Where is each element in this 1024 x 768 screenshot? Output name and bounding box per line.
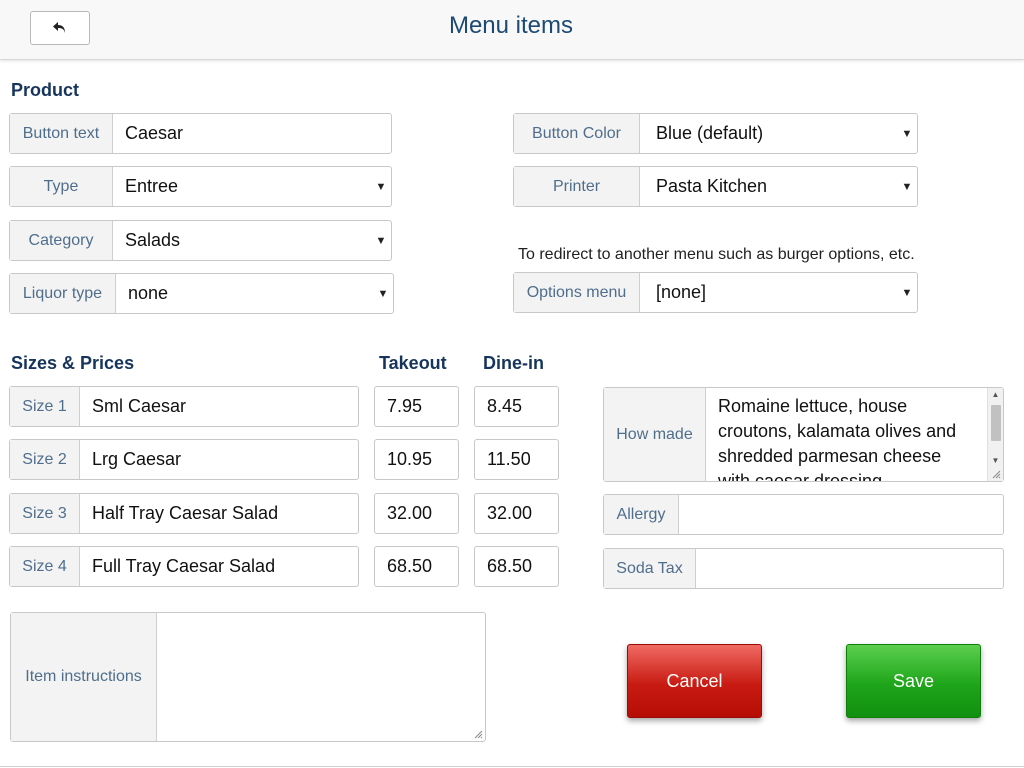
- type-value[interactable]: Entree: [113, 167, 371, 206]
- resize-grip-icon[interactable]: [473, 729, 483, 739]
- how-made-scrollbar[interactable]: ▲ ▼: [987, 388, 1003, 481]
- size-1-field[interactable]: Size 1 Sml Caesar: [9, 386, 359, 427]
- button-color-label: Button Color: [514, 114, 640, 153]
- size-3-name[interactable]: Half Tray Caesar Salad: [80, 494, 358, 533]
- footer-divider: [0, 766, 1024, 767]
- how-made-label: How made: [604, 388, 706, 481]
- scroll-down-icon[interactable]: ▼: [988, 456, 1003, 465]
- dinein-header: Dine-in: [483, 353, 544, 373]
- size-1-takeout-price[interactable]: 7.95: [374, 386, 459, 427]
- size-2-takeout-price[interactable]: 10.95: [374, 439, 459, 480]
- scroll-up-icon[interactable]: ▲: [988, 390, 1003, 399]
- how-made-textarea[interactable]: Romaine lettuce, house croutons, kalamat…: [706, 388, 987, 481]
- liquor-type-select[interactable]: Liquor type none ▼: [9, 273, 394, 314]
- size-4-name[interactable]: Full Tray Caesar Salad: [80, 547, 358, 586]
- printer-select[interactable]: Printer Pasta Kitchen ▼: [513, 166, 918, 207]
- save-button[interactable]: Save: [846, 644, 981, 718]
- item-instructions-field[interactable]: Item instructions: [10, 612, 486, 742]
- size-1-label: Size 1: [10, 387, 80, 426]
- allergy-field[interactable]: Allergy: [603, 494, 1004, 535]
- category-value[interactable]: Salads: [113, 221, 371, 260]
- size-3-takeout-price[interactable]: 32.00: [374, 493, 459, 534]
- type-label: Type: [10, 167, 113, 206]
- printer-label: Printer: [514, 167, 640, 206]
- button-color-select[interactable]: Button Color Blue (default) ▼: [513, 113, 918, 154]
- dropdown-arrow-icon[interactable]: ▼: [373, 274, 393, 313]
- page-title: Menu items: [448, 12, 574, 39]
- takeout-header: Takeout: [379, 353, 447, 373]
- options-note: To redirect to another menu such as burg…: [518, 246, 915, 263]
- button-text-field[interactable]: Button text Caesar: [9, 113, 392, 154]
- soda-tax-field[interactable]: Soda Tax: [603, 548, 1004, 589]
- allergy-label: Allergy: [604, 495, 679, 534]
- size-2-dinein-price[interactable]: 11.50: [474, 439, 559, 480]
- button-text-value[interactable]: Caesar: [113, 114, 391, 153]
- options-menu-label: Options menu: [514, 273, 640, 312]
- dropdown-arrow-icon[interactable]: ▼: [897, 273, 917, 312]
- item-instructions-label: Item instructions: [11, 613, 157, 741]
- button-text-label: Button text: [10, 114, 113, 153]
- item-instructions-textarea[interactable]: [157, 613, 485, 741]
- soda-tax-value[interactable]: [696, 549, 1003, 588]
- size-1-name[interactable]: Sml Caesar: [80, 387, 358, 426]
- cancel-button[interactable]: Cancel: [627, 644, 762, 718]
- resize-grip-icon[interactable]: [991, 469, 1001, 479]
- sizes-section-title: Sizes & Prices: [11, 353, 135, 373]
- category-label: Category: [10, 221, 113, 260]
- dropdown-arrow-icon[interactable]: ▼: [897, 167, 917, 206]
- how-made-field[interactable]: How made Romaine lettuce, house croutons…: [603, 387, 1004, 482]
- product-section-title: Product: [11, 80, 80, 100]
- printer-value[interactable]: Pasta Kitchen: [640, 167, 897, 206]
- size-4-dinein-price[interactable]: 68.50: [474, 546, 559, 587]
- size-2-label: Size 2: [10, 440, 80, 479]
- size-4-takeout-price[interactable]: 68.50: [374, 546, 459, 587]
- dropdown-arrow-icon[interactable]: ▼: [371, 221, 391, 260]
- size-1-dinein-price[interactable]: 8.45: [474, 386, 559, 427]
- soda-tax-label: Soda Tax: [604, 549, 696, 588]
- size-3-field[interactable]: Size 3 Half Tray Caesar Salad: [9, 493, 359, 534]
- options-menu-select[interactable]: Options menu [none] ▼: [513, 272, 918, 313]
- liquor-type-value[interactable]: none: [116, 274, 373, 313]
- size-4-field[interactable]: Size 4 Full Tray Caesar Salad: [9, 546, 359, 587]
- type-select[interactable]: Type Entree ▼: [9, 166, 392, 207]
- top-bar: Menu items: [0, 0, 1024, 60]
- dropdown-arrow-icon[interactable]: ▼: [897, 114, 917, 153]
- scroll-thumb[interactable]: [991, 405, 1001, 441]
- size-3-label: Size 3: [10, 494, 80, 533]
- size-3-dinein-price[interactable]: 32.00: [474, 493, 559, 534]
- dropdown-arrow-icon[interactable]: ▼: [371, 167, 391, 206]
- category-select[interactable]: Category Salads ▼: [9, 220, 392, 261]
- allergy-value[interactable]: [679, 495, 1003, 534]
- liquor-type-label: Liquor type: [10, 274, 116, 313]
- options-menu-value[interactable]: [none]: [640, 273, 897, 312]
- size-2-name[interactable]: Lrg Caesar: [80, 440, 358, 479]
- size-4-label: Size 4: [10, 547, 80, 586]
- size-2-field[interactable]: Size 2 Lrg Caesar: [9, 439, 359, 480]
- button-color-value[interactable]: Blue (default): [640, 114, 897, 153]
